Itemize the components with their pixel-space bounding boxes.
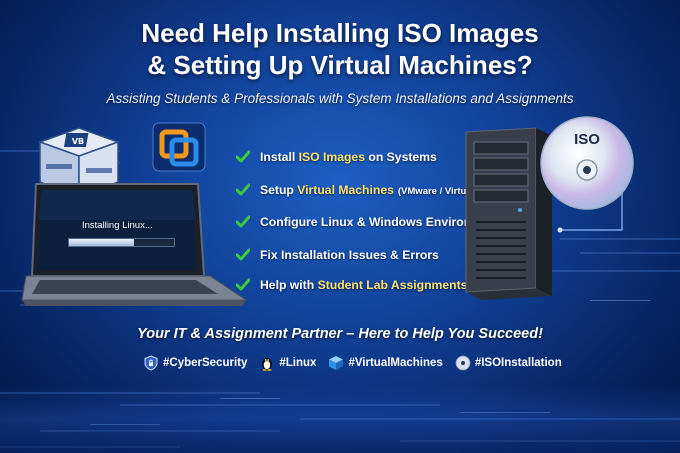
linux-penguin-icon	[262, 358, 273, 371]
checkmark-icon	[236, 278, 250, 291]
disc-icon	[455, 355, 471, 371]
svg-text:VB: VB	[72, 137, 84, 146]
checklist-text: Help with	[260, 278, 318, 292]
tagline: Your IT & Assignment Partner – Here to H…	[137, 326, 543, 342]
vmware-logo	[152, 122, 206, 172]
checkmark-icon	[236, 215, 250, 228]
hashtag-text: #VirtualMachines	[348, 357, 443, 369]
install-progress-bar	[68, 238, 175, 247]
checklist-text: Fix Installation Issues & Errors	[260, 248, 439, 262]
headline-line-1: Need Help Installing ISO Images	[141, 18, 539, 48]
promo-banner: Need Help Installing ISO Images & Settin…	[0, 0, 680, 453]
headline-line-2: & Setting Up Virtual Machines?	[147, 50, 533, 80]
hashtag-item: #ISOInstallation	[455, 355, 562, 371]
checklist-text: Install	[260, 150, 299, 164]
checklist-highlight: Virtual Machines	[297, 183, 394, 197]
hashtag-item: #CyberSecurity	[143, 355, 247, 371]
laptop-screen-text: Installing Linux...	[82, 220, 153, 231]
iso-disc-icon: ISO	[540, 116, 634, 210]
checklist-text-end: on Systems	[365, 150, 437, 164]
hashtag-item: #Linux	[259, 355, 316, 371]
subtitle: Assisting Students & Professionals with …	[106, 91, 574, 106]
shield-lock-icon	[144, 355, 158, 371]
checklist-highlight: ISO Images	[298, 150, 365, 164]
cube-icon	[329, 356, 344, 370]
hashtag-text: #ISOInstallation	[474, 357, 562, 369]
checkmark-icon	[236, 183, 250, 196]
hashtag-text: #CyberSecurity	[163, 357, 248, 369]
checklist-item: Help with Student Lab Assignments	[236, 274, 467, 296]
checklist-text: Setup	[260, 183, 298, 197]
hashtag-row: #CyberSecurity #Linux #VirtualMachines #…	[143, 352, 574, 374]
install-progress-fill	[69, 239, 135, 246]
checkmark-icon	[236, 248, 250, 261]
disc-label: ISO	[574, 131, 600, 148]
checklist-item: Install ISO Images on Systems	[236, 146, 437, 168]
hashtag-text: #Linux	[279, 357, 317, 369]
bottom-glow	[0, 385, 680, 453]
checklist-item: Fix Installation Issues & Errors	[236, 244, 439, 266]
checklist-highlight: Student Lab Assignments	[317, 278, 468, 292]
hashtag-item: #VirtualMachines	[328, 355, 443, 371]
checkmark-icon	[236, 150, 250, 163]
